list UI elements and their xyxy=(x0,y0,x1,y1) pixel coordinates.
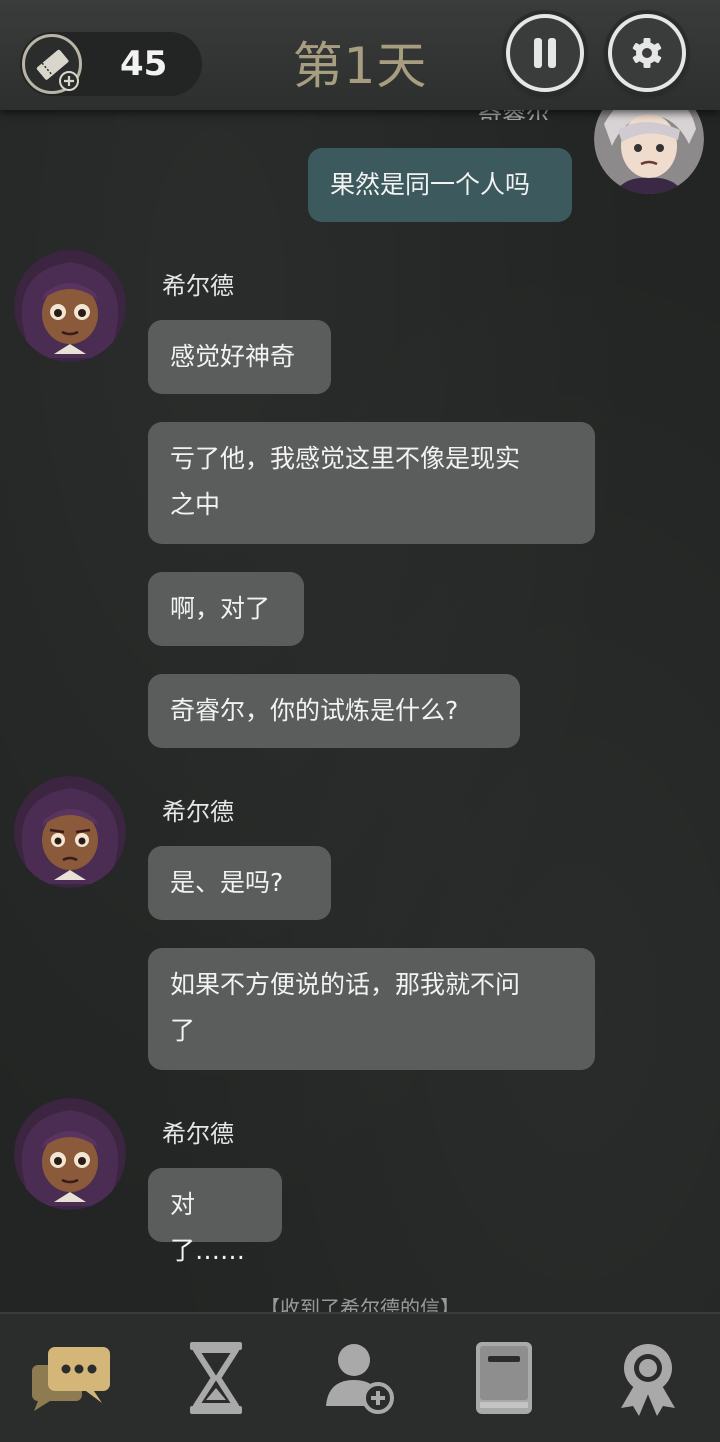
message-text-line: 如果不方便说的话，那我就不问 xyxy=(170,970,521,999)
message-bubble[interactable]: 对了…… xyxy=(148,1168,282,1265)
pause-button[interactable] xyxy=(506,14,584,92)
hilde-avatar[interactable] xyxy=(14,250,126,362)
pause-icon xyxy=(534,38,556,68)
message-text: 果然是同一个人吗 xyxy=(330,170,531,199)
settings-button[interactable] xyxy=(608,14,686,92)
message-text-line: 之中 xyxy=(170,490,221,519)
letter-notice[interactable]: 【收到了希尔德的信】 xyxy=(0,1290,720,1312)
nav-contacts[interactable] xyxy=(312,1330,408,1426)
message-bubble[interactable]: 亏了他，我感觉这里不像是现实 之中 xyxy=(148,422,595,544)
message-text: 是、是吗? xyxy=(170,868,284,897)
message-text: 奇睿尔，你的试炼是什么? xyxy=(170,696,459,725)
top-bar: 45 第1天 xyxy=(0,0,720,110)
message-bubble-mine[interactable]: 果然是同一个人吗 xyxy=(308,148,572,222)
achievement-icon xyxy=(621,1344,675,1416)
add-contact-icon xyxy=(326,1344,394,1414)
bottom-nav xyxy=(0,1312,720,1442)
message-bubble[interactable]: 感觉好神奇 xyxy=(148,320,331,394)
gear-icon xyxy=(632,38,662,68)
message-bubble[interactable]: 奇睿尔，你的试炼是什么? xyxy=(148,674,520,748)
message-text: 对了…… xyxy=(170,1190,246,1265)
chat-log[interactable]: 奇睿尔 果然是同一个人吗 希尔德 感觉好神奇 亏了他，我感觉这里不像是现实 之中… xyxy=(0,0,720,1290)
message-text-line: 亏了他，我感觉这里不像是现实 xyxy=(170,444,521,473)
message-bubble[interactable]: 是、是吗? xyxy=(148,846,331,920)
sender-name: 希尔德 xyxy=(162,1120,234,1148)
hilde-avatar[interactable] xyxy=(14,1098,126,1210)
nav-journal[interactable] xyxy=(456,1330,552,1426)
message-bubble[interactable]: 如果不方便说的话，那我就不问 了 xyxy=(148,948,595,1070)
message-text: 啊，对了 xyxy=(170,594,271,623)
message-text: 感觉好神奇 xyxy=(170,342,296,371)
hilde-avatar[interactable] xyxy=(14,776,126,888)
sender-name: 希尔德 xyxy=(162,272,234,300)
book-icon xyxy=(476,1342,532,1414)
sender-name: 希尔德 xyxy=(162,798,234,826)
chat-icon xyxy=(32,1347,110,1411)
message-text-line: 了 xyxy=(170,1016,196,1045)
hourglass-icon xyxy=(190,1342,242,1414)
nav-chat[interactable] xyxy=(24,1330,120,1426)
nav-achievements[interactable] xyxy=(600,1330,696,1426)
message-bubble[interactable]: 啊，对了 xyxy=(148,572,304,646)
nav-timeline[interactable] xyxy=(168,1330,264,1426)
